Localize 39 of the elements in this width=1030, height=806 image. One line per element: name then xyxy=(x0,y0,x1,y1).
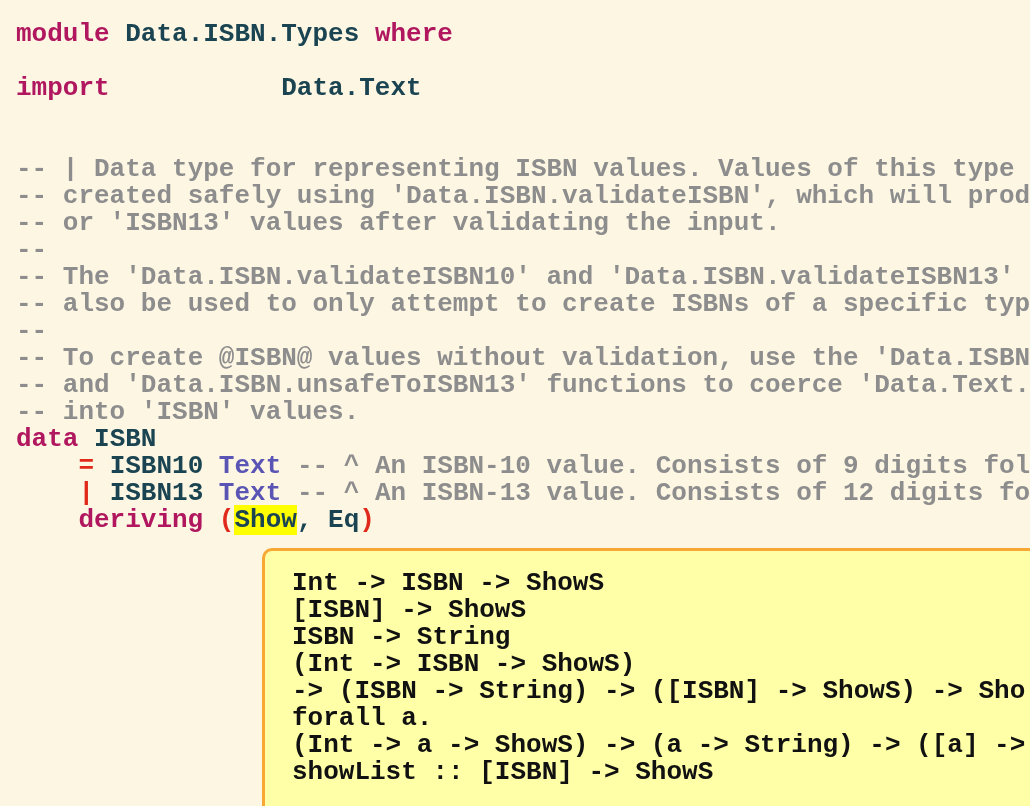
code-comment: -- xyxy=(16,235,48,265)
identifier: Eq xyxy=(328,505,360,535)
code-comment: -- and 'Data.ISBN.unsafeToISBN13' functions to coerce 'Data.Text. xyxy=(16,370,1030,400)
keyword: module xyxy=(16,19,110,49)
code-comment: -- ^ An ISBN-10 value. Consists of 9 digits fol xyxy=(296,451,1030,481)
keyword: where xyxy=(374,19,453,49)
code-comment: -- | Data type for representing ISBN values. Values of this type xyxy=(16,154,1015,184)
highlighted-identifier: Show xyxy=(234,505,297,535)
type-name: Text xyxy=(218,478,282,508)
code-comment: -- into 'ISBN' values. xyxy=(16,397,360,427)
type-signature: Int -> ISBN -> ShowS xyxy=(292,568,605,598)
operator: = xyxy=(78,451,94,481)
type-signature: (Int -> a -> ShowS) -> (a -> String) -> ([a] -> xyxy=(292,730,1026,760)
keyword: import xyxy=(16,73,110,103)
code-comment: -- ^ An ISBN-13 value. Consists of 12 digits fo xyxy=(296,478,1030,508)
code-comment: -- or 'ISBN13' values after validating the input. xyxy=(16,208,781,238)
keyword: deriving xyxy=(78,505,204,535)
operator: ) xyxy=(359,505,375,535)
identifier: , xyxy=(296,505,313,535)
code-comment: -- also be used to only attempt to create ISBNs of a specific typ xyxy=(16,289,1030,319)
identifier: ISBN13 xyxy=(109,478,204,508)
code-comment: -- created safely using 'Data.ISBN.validateISBN', which will prod xyxy=(16,181,1030,211)
keyword: data xyxy=(16,424,79,454)
type-signature: ISBN -> String xyxy=(292,622,511,652)
type-signature: (Int -> ISBN -> ShowS) xyxy=(292,649,636,679)
type-name: Text xyxy=(218,451,282,481)
code-comment: -- xyxy=(16,316,48,346)
code-comment: -- The 'Data.ISBN.validateISBN10' and 'Data.ISBN.validateISBN13' xyxy=(16,262,1015,292)
type-signature: showList :: [ISBN] -> ShowS xyxy=(292,757,714,787)
identifier: ISBN xyxy=(94,424,157,454)
identifier: ISBN10 xyxy=(109,451,204,481)
operator: | xyxy=(78,478,94,508)
identifier: Data.Text xyxy=(281,73,422,103)
operator: ( xyxy=(218,505,235,535)
type-signature: -> (ISBN -> String) -> ([ISBN] -> ShowS) -> Sho xyxy=(292,676,1026,706)
type-signature: forall a. xyxy=(292,703,433,733)
type-signature: [ISBN] -> ShowS xyxy=(292,595,527,625)
identifier: Data.ISBN.Types xyxy=(125,19,360,49)
code-comment: -- To create @ISBN@ values without validation, use the 'Data.ISBN xyxy=(16,343,1030,373)
